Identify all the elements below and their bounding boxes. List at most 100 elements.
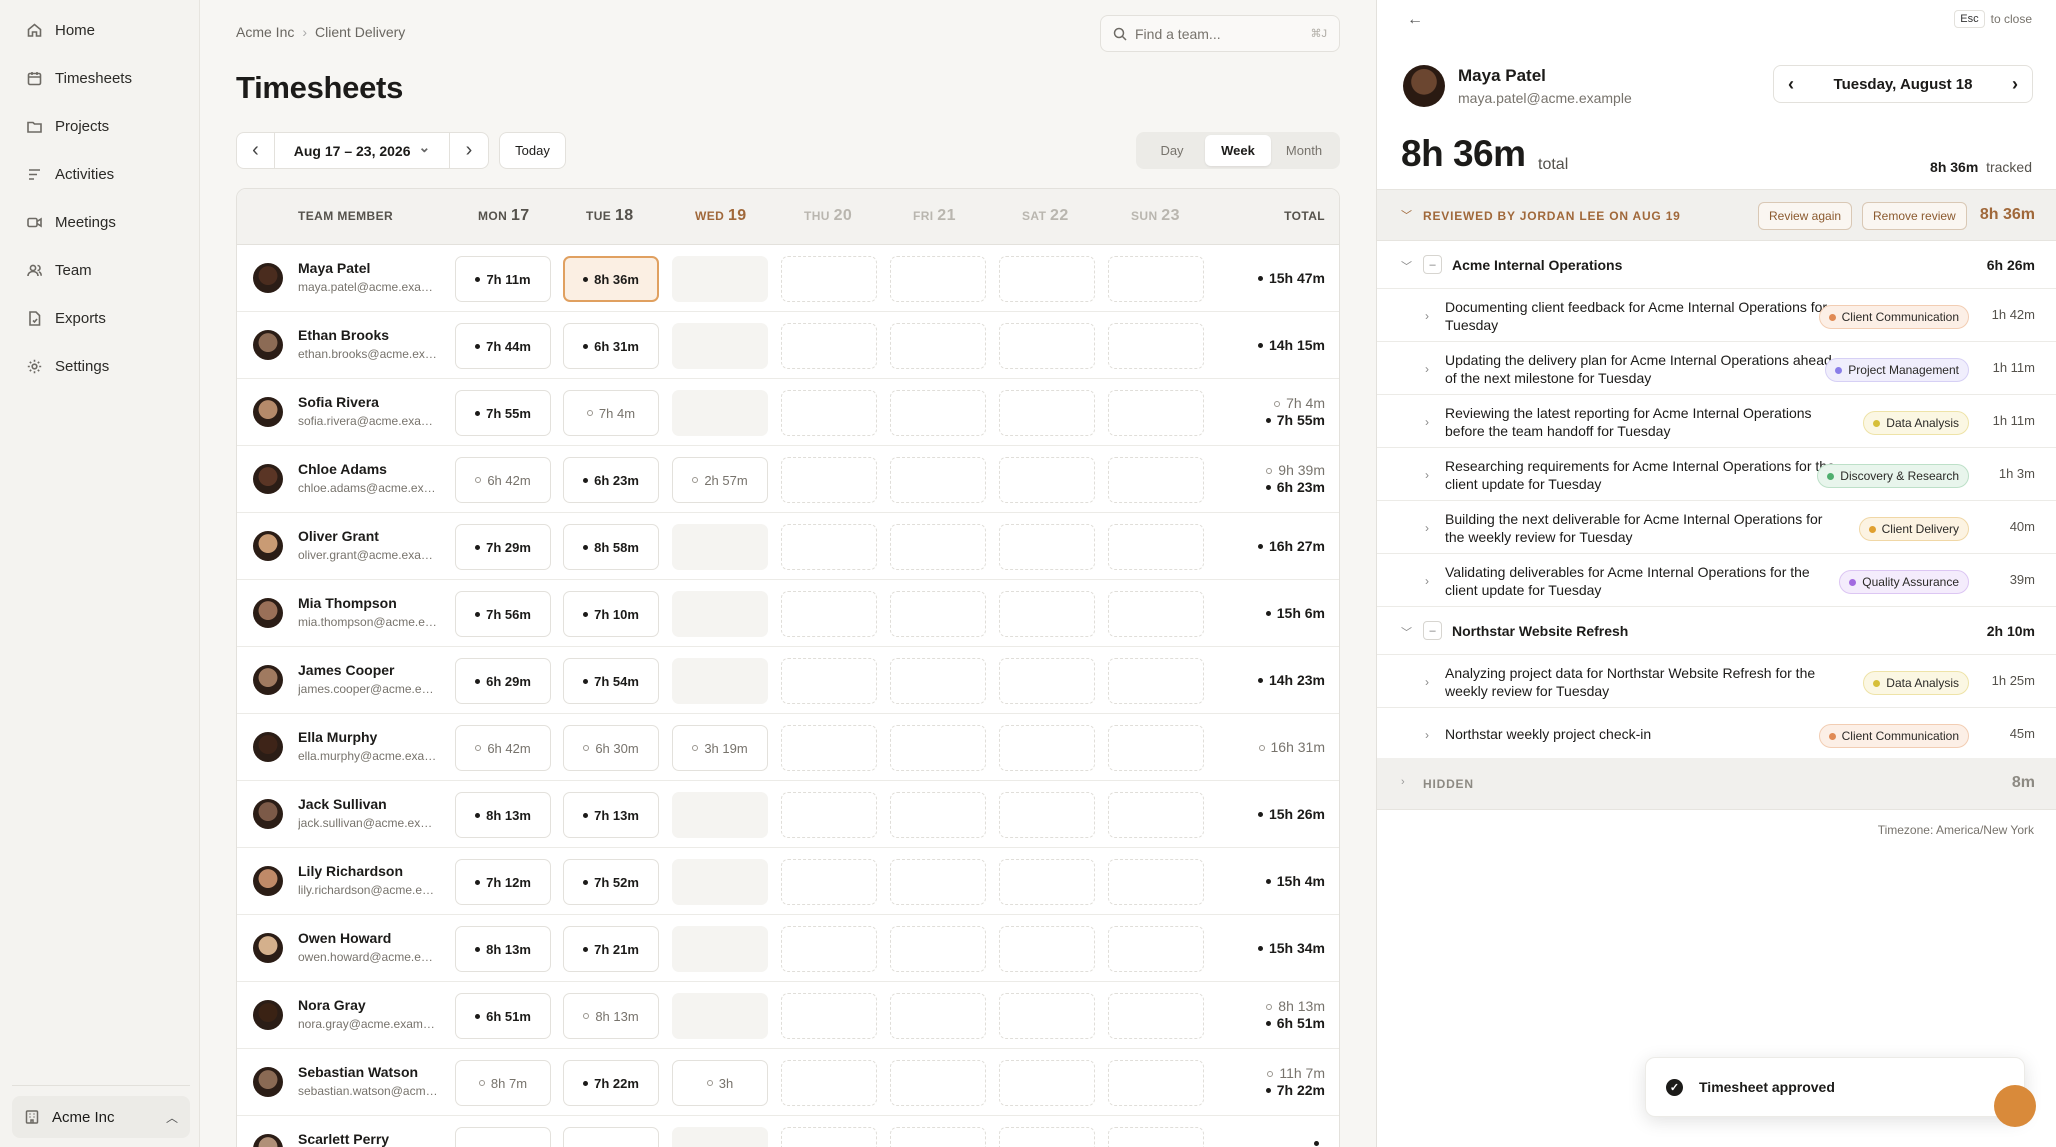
sidebar-item-activities[interactable]: Activities xyxy=(26,156,114,192)
collapse-checkbox[interactable]: – xyxy=(1423,255,1442,274)
table-row[interactable]: Ella Murphy ella.murphy@acme.example 6h 42… xyxy=(237,714,1339,781)
day-cell[interactable] xyxy=(890,792,986,838)
day-cell[interactable]: 7h 10m xyxy=(563,591,659,637)
day-cell[interactable] xyxy=(1108,792,1204,838)
table-row[interactable]: James Cooper james.cooper@acme.example 6h … xyxy=(237,647,1339,714)
day-cell[interactable] xyxy=(1108,926,1204,972)
day-cell[interactable]: 3h 19m xyxy=(672,725,768,771)
day-cell[interactable] xyxy=(1108,658,1204,704)
day-cell[interactable]: 7h 55m xyxy=(455,390,551,436)
day-cell[interactable]: 8h 13m xyxy=(563,993,659,1039)
day-cell[interactable]: 3h xyxy=(672,1060,768,1106)
day-cell[interactable] xyxy=(781,926,877,972)
day-cell[interactable] xyxy=(890,859,986,905)
day-cell[interactable] xyxy=(999,323,1095,369)
day-cell[interactable] xyxy=(672,1127,768,1147)
table-row[interactable]: Lily Richardson lily.richardson@acme.exam… xyxy=(237,848,1339,915)
day-cell[interactable]: 7h 29m xyxy=(455,524,551,570)
close-hint[interactable]: Esc to close xyxy=(1954,10,2032,28)
day-cell[interactable] xyxy=(672,658,768,704)
day-cell[interactable]: 7h 21m xyxy=(563,926,659,972)
day-cell[interactable] xyxy=(1108,1127,1204,1147)
day-cell[interactable]: 6h 30m xyxy=(563,725,659,771)
view-month-tab[interactable]: Month xyxy=(1271,135,1337,166)
view-day-tab[interactable]: Day xyxy=(1139,135,1205,166)
sidebar-item-team[interactable]: Team xyxy=(26,252,92,288)
day-cell[interactable]: 8h 13m xyxy=(455,926,551,972)
day-cell[interactable]: 8h 7m xyxy=(455,1060,551,1106)
activity-row[interactable]: › Reviewing the latest reporting for Acme… xyxy=(1377,395,2056,448)
day-cell[interactable] xyxy=(781,323,877,369)
day-cell[interactable] xyxy=(781,524,877,570)
table-row[interactable]: Ethan Brooks ethan.brooks@acme.example 7h … xyxy=(237,312,1339,379)
chevron-down-icon[interactable]: ﹀ xyxy=(1401,207,1412,223)
day-cell[interactable]: 7h 54m xyxy=(563,658,659,704)
day-cell[interactable] xyxy=(1108,256,1204,302)
table-row[interactable]: Chloe Adams chloe.adams@acme.example 6h 42… xyxy=(237,446,1339,513)
sidebar-item-settings[interactable]: Settings xyxy=(26,348,109,384)
day-cell[interactable] xyxy=(999,993,1095,1039)
day-cell[interactable] xyxy=(1108,1060,1204,1106)
today-button[interactable]: Today xyxy=(499,132,566,169)
day-cell[interactable] xyxy=(563,1127,659,1147)
day-cell[interactable]: 6h 42m xyxy=(455,725,551,771)
activity-row[interactable]: › Analyzing project data for Northstar We… xyxy=(1377,655,2056,708)
review-again-button[interactable]: Review again xyxy=(1758,202,1853,230)
table-row[interactable]: Jack Sullivan jack.sullivan@acme.example 8… xyxy=(237,781,1339,848)
day-cell[interactable] xyxy=(999,859,1095,905)
day-cell[interactable] xyxy=(890,993,986,1039)
day-cell[interactable] xyxy=(999,591,1095,637)
sidebar-item-meetings[interactable]: Meetings xyxy=(26,204,116,240)
day-cell[interactable] xyxy=(890,725,986,771)
day-cell[interactable] xyxy=(1108,524,1204,570)
day-cell[interactable]: 7h 22m xyxy=(563,1060,659,1106)
day-cell[interactable] xyxy=(890,926,986,972)
sidebar-item-timesheets[interactable]: Timesheets xyxy=(26,60,132,96)
day-cell[interactable] xyxy=(672,323,768,369)
day-cell[interactable] xyxy=(1108,323,1204,369)
day-cell[interactable] xyxy=(890,658,986,704)
day-cell[interactable]: 7h 4m xyxy=(563,390,659,436)
day-cell[interactable] xyxy=(890,591,986,637)
breadcrumb-current[interactable]: Client Delivery xyxy=(315,24,405,40)
breadcrumb-root[interactable]: Acme Inc xyxy=(236,24,294,40)
project-group-header[interactable]: ﹀ – Acme Internal Operations 6h 26m xyxy=(1377,241,2056,289)
day-cell[interactable]: 7h 56m xyxy=(455,591,551,637)
table-row[interactable]: Mia Thompson mia.thompson@acme.example 7h … xyxy=(237,580,1339,647)
day-cell[interactable] xyxy=(1108,725,1204,771)
day-cell[interactable] xyxy=(781,1060,877,1106)
project-group-header[interactable]: ﹀ – Northstar Website Refresh 2h 10m xyxy=(1377,607,2056,655)
table-row[interactable]: Nora Gray nora.gray@acme.example 6h 51m 8h … xyxy=(237,982,1339,1049)
activity-row[interactable]: › Validating deliverables for Acme Intern… xyxy=(1377,554,2056,607)
day-cell[interactable] xyxy=(672,256,768,302)
hidden-section[interactable]: › HIDDEN 8m xyxy=(1377,758,2056,810)
day-cell[interactable] xyxy=(781,792,877,838)
day-cell[interactable]: 7h 11m xyxy=(455,256,551,302)
table-row[interactable]: Owen Howard owen.howard@acme.example 8h 13… xyxy=(237,915,1339,982)
day-cell[interactable] xyxy=(672,390,768,436)
day-cell[interactable] xyxy=(890,390,986,436)
activity-row[interactable]: › Documenting client feedback for Acme In… xyxy=(1377,289,2056,342)
day-cell[interactable] xyxy=(999,658,1095,704)
prev-day-button[interactable]: ‹ xyxy=(1788,74,1794,95)
day-cell[interactable] xyxy=(999,926,1095,972)
activity-row[interactable]: › Researching requirements for Acme Inter… xyxy=(1377,448,2056,501)
help-button[interactable] xyxy=(1994,1085,2036,1127)
back-arrow-icon[interactable]: ← xyxy=(1407,11,1423,29)
day-cell[interactable] xyxy=(781,591,877,637)
day-cell[interactable] xyxy=(781,457,877,503)
day-cell[interactable]: 6h 51m xyxy=(455,993,551,1039)
day-cell[interactable] xyxy=(672,993,768,1039)
day-cell[interactable] xyxy=(890,1060,986,1106)
day-cell[interactable] xyxy=(455,1127,551,1147)
activity-row[interactable]: › Building the next deliverable for Acme … xyxy=(1377,501,2056,554)
day-cell[interactable]: 7h 52m xyxy=(563,859,659,905)
next-day-button[interactable]: › xyxy=(2012,74,2018,95)
activity-row[interactable]: › Northstar weekly project check-in Client… xyxy=(1377,708,2056,761)
table-row[interactable]: Sebastian Watson sebastian.watson@acme.ex… xyxy=(237,1049,1339,1116)
next-week-button[interactable]: › xyxy=(450,133,488,168)
activity-row[interactable]: › Updating the delivery plan for Acme Int… xyxy=(1377,342,2056,395)
day-cell[interactable] xyxy=(999,457,1095,503)
table-row[interactable]: Sofia Rivera sofia.rivera@acme.example 7h … xyxy=(237,379,1339,446)
table-row[interactable]: Scarlett Perryscarlett.perry@acme.exampl… xyxy=(237,1116,1339,1147)
